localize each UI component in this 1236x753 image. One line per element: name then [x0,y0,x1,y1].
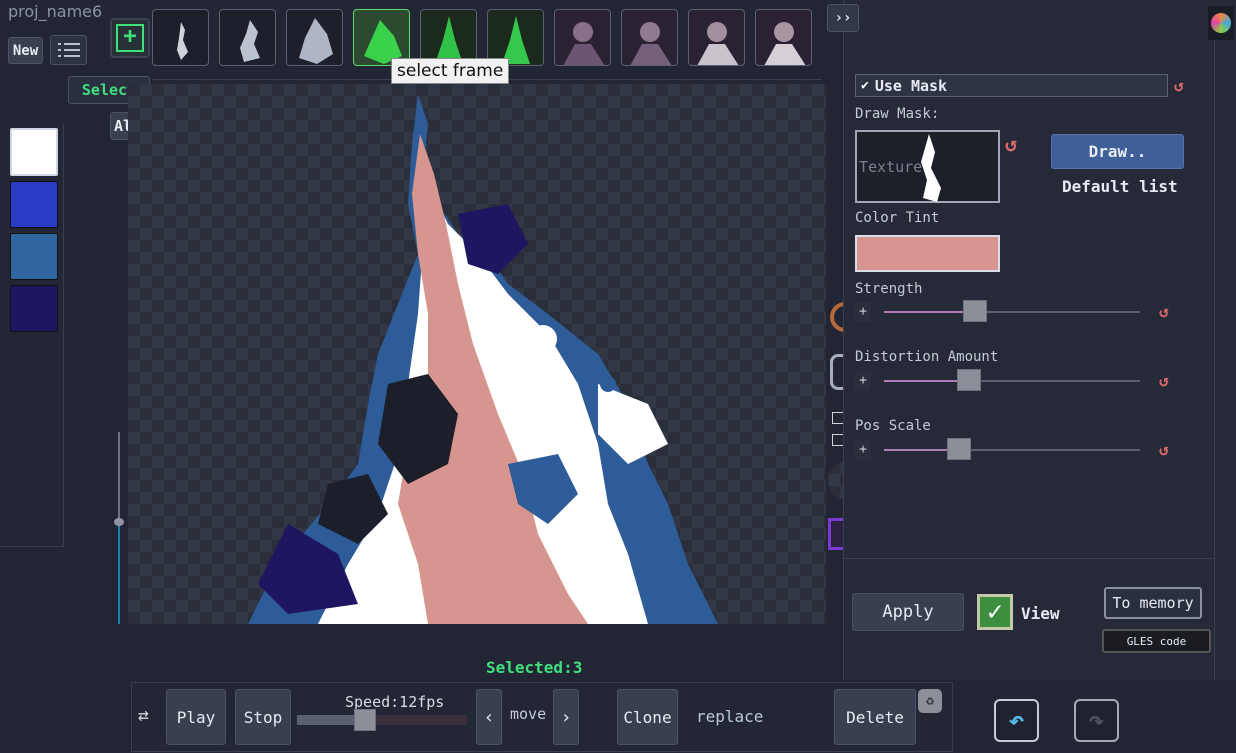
zoom-slider-track [118,432,120,522]
frame-image [177,22,188,60]
gles-code-button[interactable]: GLES code [1102,629,1211,653]
frame-thumbnail[interactable] [554,9,611,66]
distortion-plus-icon[interactable]: + [855,371,871,391]
move-prev-button[interactable]: ‹ [476,689,502,745]
strength-slider[interactable] [884,300,1140,324]
speed-slider-handle[interactable] [354,709,376,731]
collapse-panel-button[interactable]: ›› [827,4,859,32]
panel-divider [844,558,1214,559]
zoom-slider-fill [118,522,120,624]
frame-image [764,22,806,65]
recycle-icon[interactable]: ♻ [918,689,942,713]
apply-button[interactable]: Apply [852,593,964,631]
mask-texture-image [921,134,941,202]
undo-icon: ↶ [1008,705,1025,736]
strength-label: Strength [855,281,923,297]
panel-scrollbar[interactable] [1214,40,1236,680]
use-mask-label: Use Mask [874,76,948,95]
distortion-slider-fill [884,380,958,382]
speed-slider[interactable] [297,709,467,733]
undo-button[interactable]: ↶ [994,699,1039,742]
playback-bar: ⇄ Play Stop Speed:12fps ‹ move › Clone r… [131,682,953,752]
frame-image [299,18,333,64]
color-tint-label: Color Tint [855,210,940,226]
frame-thumbnail[interactable] [219,9,276,66]
mask-texture-preview[interactable]: Texture [855,130,1000,203]
color-tint-swatch[interactable] [855,235,1000,272]
frame-image [240,20,260,62]
frame-tooltip: select frame [391,58,510,84]
check-icon: ✓ [987,597,1003,627]
strength-slider-fill [884,311,964,313]
frame-image [563,22,605,65]
distortion-label: Distortion Amount [855,349,999,365]
stop-button[interactable]: Stop [235,689,291,745]
zoom-slider-handle[interactable] [114,518,124,526]
distortion-slider-handle[interactable] [957,369,981,391]
frame-thumbnail[interactable] [152,9,209,66]
frame-thumbnail[interactable] [621,9,678,66]
palette-color[interactable] [10,181,58,228]
palette-color[interactable] [10,128,58,176]
right-panel: ›› ✔ Use Mask ↺ Draw Mask: Texture ↺ Dra… [827,0,1236,680]
redo-button[interactable]: ↷ [1074,699,1119,742]
redo-icon: ↷ [1088,705,1105,736]
frame-thumbnail[interactable] [286,9,343,66]
delete-button[interactable]: Delete [834,689,916,745]
draw-button[interactable]: Draw.. [1051,134,1184,169]
add-frame-button[interactable]: + [110,18,150,58]
use-mask-toggle[interactable]: ✔ Use Mask [855,74,1168,97]
pos-scale-slider[interactable] [884,438,1140,462]
pos-scale-plus-icon[interactable]: + [855,440,871,460]
project-name: proj_name6 [8,2,103,21]
reset-use-mask-icon[interactable]: ↺ [1174,76,1184,95]
pos-scale-label: Pos Scale [855,418,931,434]
palette-color[interactable] [10,233,58,280]
selected-status: Selected:3 [486,658,583,677]
frame-thumbnail[interactable] [755,9,812,66]
draw-mask-label: Draw Mask: [855,106,940,122]
list-menu-button[interactable] [50,35,87,65]
strength-plus-icon[interactable]: + [855,302,871,322]
clone-button[interactable]: Clone [617,689,678,745]
reset-mask-icon[interactable]: ↺ [1005,132,1017,156]
view-checkbox[interactable]: ✓ [977,594,1013,630]
loop-icon[interactable]: ⇄ [138,705,160,727]
canvas-artwork [248,94,718,624]
check-icon: ✔ [861,78,869,93]
frame-image [697,22,739,65]
view-label: View [1021,604,1060,623]
plus-icon: + [116,24,144,52]
frame-thumbnail[interactable] [688,9,745,66]
move-label: move [510,705,547,723]
zoom-slider[interactable] [114,432,124,624]
pos-scale-slider-fill [884,449,948,451]
list-icon [57,43,80,57]
default-list-label: Default list [1062,177,1178,196]
play-button[interactable]: Play [166,689,226,745]
app-logo-icon[interactable] [1208,6,1234,40]
main-canvas[interactable] [128,84,826,624]
palette-panel [0,124,64,547]
pos-scale-slider-handle[interactable] [947,438,971,460]
new-button[interactable]: New [8,37,43,64]
move-next-button[interactable]: › [553,689,579,745]
strength-slider-handle[interactable] [963,300,987,322]
palette-color[interactable] [10,285,58,332]
reset-pos-scale-icon[interactable]: ↺ [1159,440,1169,459]
to-memory-button[interactable]: To memory [1104,587,1202,619]
replace-label[interactable]: replace [696,707,763,726]
reset-distortion-icon[interactable]: ↺ [1159,371,1169,390]
frame-image [630,22,672,65]
reset-strength-icon[interactable]: ↺ [1159,302,1169,321]
distortion-slider[interactable] [884,369,1140,393]
